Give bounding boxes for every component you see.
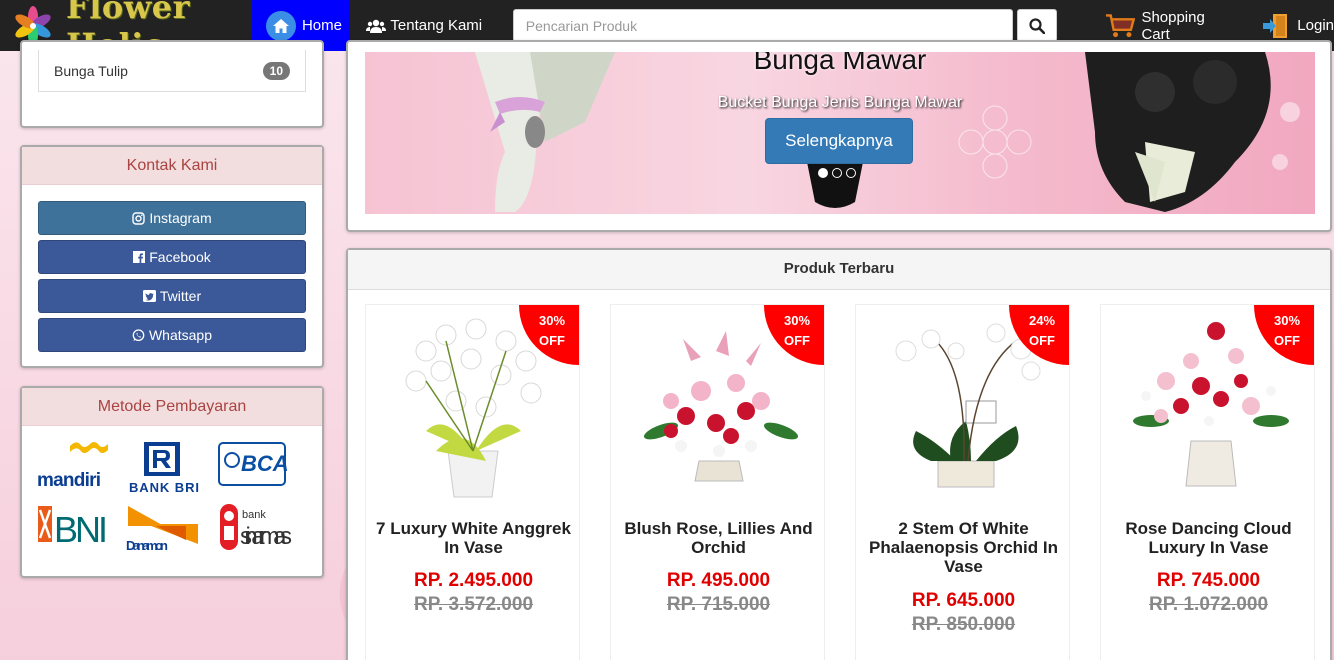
- payment-title: Metode Pembayaran: [22, 388, 322, 426]
- product-name: 2 Stem Of White Phalaenopsis Orchid In V…: [869, 519, 1058, 576]
- product-price: RP. 745.000: [1156, 570, 1261, 591]
- nav-cart[interactable]: Shopping Cart: [1105, 9, 1234, 43]
- products-panel: Produk Terbaru 30% OFF 7 Luxury White An…: [346, 248, 1332, 660]
- carousel-dot-3[interactable]: [846, 168, 856, 178]
- nav-login[interactable]: Login: [1261, 11, 1334, 41]
- discount-percent: 24%: [1028, 313, 1056, 328]
- search-input[interactable]: [512, 9, 1013, 42]
- discount-percent: 30%: [783, 313, 811, 328]
- category-count-badge: 10: [262, 61, 290, 80]
- contact-panel: Kontak Kami Instagram Facebook Twitter W…: [20, 145, 324, 368]
- products-title: Produk Terbaru: [348, 250, 1330, 290]
- product-price: RP. 495.000: [666, 570, 771, 591]
- product-old-price: RP. 3.572.000: [413, 594, 534, 615]
- facebook-label: Facebook: [149, 249, 211, 265]
- bank-sinarmas-logo: bank sinarmas: [218, 500, 294, 559]
- bank-bni-logo: BNI: [36, 500, 112, 555]
- discount-percent: 30%: [538, 313, 566, 328]
- product-old-price: RP. 715.000: [666, 594, 771, 615]
- svg-text:bank: bank: [242, 509, 266, 521]
- decorative-flower-pattern: [958, 105, 1032, 179]
- bank-bni-text: BNI: [54, 509, 108, 550]
- users-icon: [366, 19, 387, 33]
- product-old-price: RP. 1.072.000: [1148, 594, 1269, 615]
- carousel-indicators: [818, 168, 856, 178]
- nav-cart-label: Shopping Cart: [1141, 8, 1205, 43]
- search-bar: [512, 9, 1057, 42]
- category-item[interactable]: Bunga Tulip 10: [38, 50, 306, 92]
- bank-bca-text: BCA: [241, 451, 288, 476]
- product-price: RP. 645.000: [911, 590, 1016, 611]
- hero-panel: Bunga Mawar Bucket Bunga Jenis Bunga Maw…: [346, 40, 1332, 232]
- home-icon: [265, 10, 296, 41]
- product-name: Rose Dancing Cloud Luxury In Vase: [1125, 519, 1292, 557]
- bank-danamon-logo: Danamon: [126, 500, 202, 557]
- bank-bri-logo: BANK BRI: [126, 440, 202, 501]
- bouquet-left-image: [475, 52, 615, 212]
- hero-subtitle: Bucket Bunga Jenis Bunga Mawar: [717, 94, 963, 111]
- search-icon: [1029, 17, 1045, 34]
- product-card[interactable]: 30% OFF Blush Rose, Lillies And Orchid R…: [610, 304, 825, 660]
- product-price: RP. 2.495.000: [413, 570, 534, 591]
- bank-bca-logo: BCA: [218, 440, 289, 495]
- bank-mandiri-logo: mandiri: [36, 440, 110, 497]
- product-old-price: RP. 850.000: [911, 614, 1016, 635]
- nav-about-label: Tentang Kami: [390, 17, 483, 34]
- category-panel: Bunga Tulip 10: [20, 40, 324, 128]
- bank-mandiri-text: mandiri: [37, 470, 101, 491]
- instagram-icon: [132, 211, 146, 225]
- payment-panel: Metode Pembayaran mandiri BANK BRI BCA B…: [20, 386, 324, 578]
- discount-off: OFF: [1274, 333, 1300, 348]
- bank-sinarmas-text: sinarmas: [240, 523, 292, 550]
- whatsapp-icon: [132, 328, 145, 341]
- nav-login-label: Login: [1297, 17, 1334, 34]
- category-label: Bunga Tulip: [54, 62, 128, 79]
- search-button[interactable]: [1016, 9, 1057, 42]
- hero-more-button[interactable]: Selengkapnya: [765, 118, 913, 164]
- product-name: 7 Luxury White Anggrek In Vase: [376, 519, 571, 557]
- hero-title: Bunga Mawar: [753, 52, 927, 75]
- contact-title: Kontak Kami: [22, 147, 322, 185]
- hero-carousel[interactable]: Bunga Mawar Bucket Bunga Jenis Bunga Maw…: [365, 52, 1315, 214]
- product-card[interactable]: 24% OFF 2 Stem Of White Phalaenopsis Orc…: [855, 304, 1070, 660]
- product-card[interactable]: 30% OFF 7 Luxury White Anggrek In Vase R…: [365, 304, 580, 660]
- discount-off: OFF: [784, 333, 810, 348]
- carousel-dot-1[interactable]: [818, 168, 828, 178]
- bouquet-right-image: [1085, 52, 1300, 212]
- product-name: Blush Rose, Lillies And Orchid: [624, 519, 813, 557]
- shopping-cart-icon: [1105, 13, 1136, 37]
- login-door-icon: [1263, 13, 1288, 38]
- instagram-label: Instagram: [149, 210, 212, 226]
- discount-off: OFF: [1029, 333, 1055, 348]
- carousel-dot-2[interactable]: [832, 168, 842, 178]
- facebook-icon: [133, 251, 146, 263]
- twitter-label: Twitter: [159, 288, 202, 304]
- twitter-icon: [142, 290, 156, 302]
- bank-bri-text: BANK BRI: [129, 480, 199, 495]
- nav-about[interactable]: Tentang Kami: [366, 17, 500, 34]
- twitter-button[interactable]: Twitter: [38, 279, 306, 313]
- whatsapp-button[interactable]: Whatsapp: [38, 318, 306, 352]
- bank-danamon-text: Danamon: [126, 538, 168, 552]
- whatsapp-label: Whatsapp: [148, 327, 213, 343]
- discount-percent: 30%: [1273, 313, 1301, 328]
- facebook-button[interactable]: Facebook: [38, 240, 306, 274]
- nav-home-label: Home: [301, 17, 342, 34]
- product-card[interactable]: 30% OFF Rose Dancing Cloud Luxury In Vas…: [1100, 304, 1315, 660]
- discount-off: OFF: [539, 333, 565, 348]
- instagram-button[interactable]: Instagram: [38, 201, 306, 235]
